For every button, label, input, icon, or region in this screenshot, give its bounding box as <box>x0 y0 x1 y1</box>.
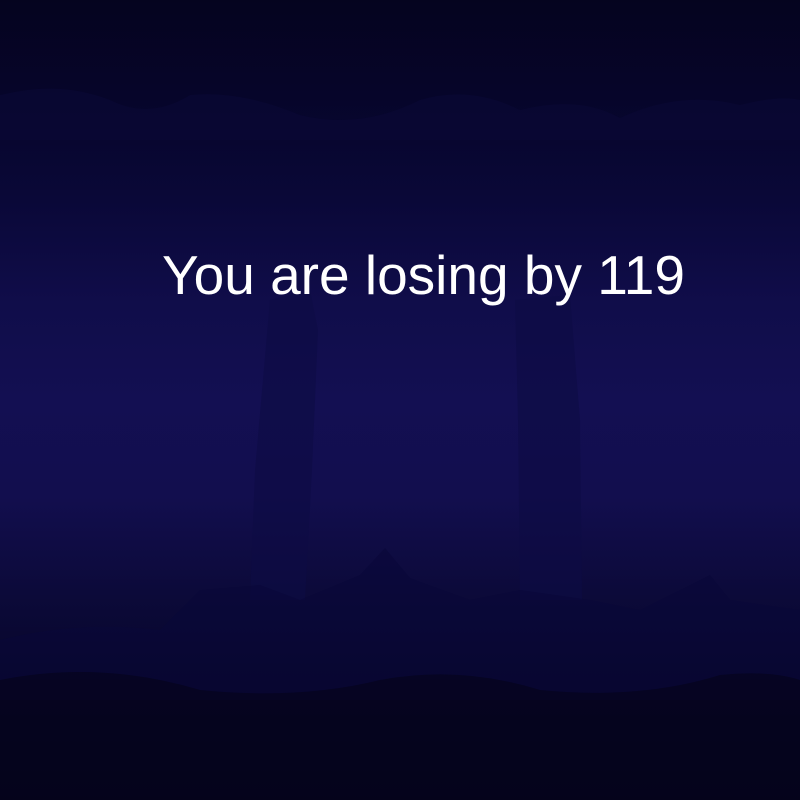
top-ridge-silhouette <box>0 88 800 140</box>
game-scene: You are losing by 119 <box>0 0 800 800</box>
game-status-message: You are losing by 119 <box>162 244 685 306</box>
left-tower-silhouette <box>250 290 318 600</box>
right-tower-silhouette <box>515 295 582 600</box>
background-silhouette <box>0 88 800 800</box>
bottom-ridge-silhouette <box>0 672 800 800</box>
